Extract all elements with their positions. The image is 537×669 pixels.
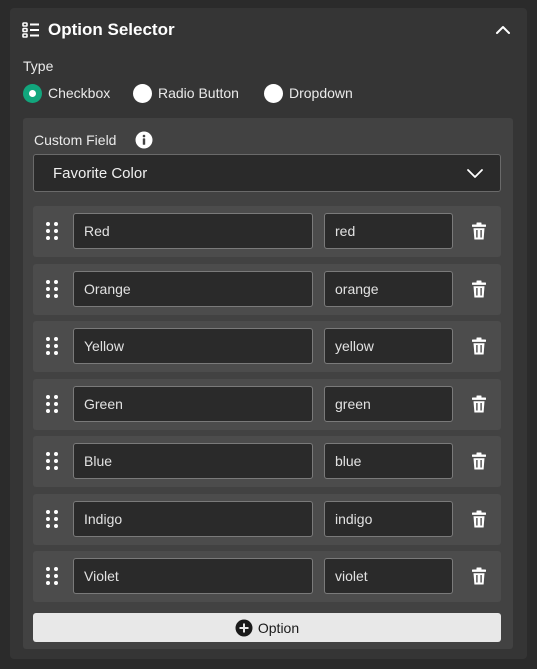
option-row bbox=[33, 551, 501, 602]
option-value-input[interactable] bbox=[324, 328, 453, 364]
drag-handle-icon[interactable] bbox=[45, 221, 59, 241]
type-radio-dropdown[interactable]: Dropdown bbox=[264, 82, 353, 104]
custom-field-label: Custom Field bbox=[34, 132, 117, 148]
radio-label: Radio Button bbox=[158, 85, 239, 101]
option-label-input[interactable] bbox=[73, 213, 313, 249]
trash-icon[interactable] bbox=[469, 451, 489, 471]
option-value-input[interactable] bbox=[324, 271, 453, 307]
option-row bbox=[33, 379, 501, 430]
option-label-input[interactable] bbox=[73, 386, 313, 422]
type-radio-checkbox[interactable]: Checkbox bbox=[23, 82, 110, 104]
panel-header: Option Selector bbox=[10, 8, 527, 52]
drag-handle-icon[interactable] bbox=[45, 451, 59, 471]
plus-circle-icon bbox=[235, 619, 253, 636]
option-value-input[interactable] bbox=[324, 386, 453, 422]
drag-handle-icon[interactable] bbox=[45, 336, 59, 356]
option-label-input[interactable] bbox=[73, 271, 313, 307]
trash-icon[interactable] bbox=[469, 279, 489, 299]
option-row bbox=[33, 264, 501, 315]
trash-icon[interactable] bbox=[469, 221, 489, 241]
option-label-input[interactable] bbox=[73, 558, 313, 594]
custom-field-selected: Favorite Color bbox=[53, 165, 148, 182]
option-value-input[interactable] bbox=[324, 213, 453, 249]
add-option-button[interactable]: Option bbox=[33, 613, 501, 642]
custom-field-section: Custom Field Favorite Color Red red Oran… bbox=[23, 118, 513, 649]
drag-handle-icon[interactable] bbox=[45, 566, 59, 586]
list-icon bbox=[22, 22, 39, 38]
option-row bbox=[33, 206, 501, 257]
radio-unchecked-icon[interactable] bbox=[133, 83, 152, 103]
option-row bbox=[33, 321, 501, 372]
trash-icon[interactable] bbox=[469, 336, 489, 356]
option-value-input[interactable] bbox=[324, 443, 453, 479]
option-label-input[interactable] bbox=[73, 501, 313, 537]
trash-icon[interactable] bbox=[469, 509, 489, 529]
radio-checked-icon[interactable] bbox=[23, 83, 42, 103]
drag-handle-icon[interactable] bbox=[45, 394, 59, 414]
drag-handle-icon[interactable] bbox=[45, 509, 59, 529]
panel-title: Option Selector bbox=[48, 20, 175, 39]
chevron-up-icon[interactable] bbox=[494, 21, 512, 39]
radio-label: Checkbox bbox=[48, 85, 111, 101]
radio-unchecked-icon[interactable] bbox=[264, 83, 283, 103]
type-label: Type bbox=[23, 58, 54, 74]
type-radio-radio-button[interactable]: Radio Button bbox=[133, 82, 239, 104]
radio-label: Dropdown bbox=[289, 85, 353, 101]
trash-icon[interactable] bbox=[469, 394, 489, 414]
add-option-label: Option bbox=[257, 619, 300, 636]
drag-handle-icon[interactable] bbox=[45, 279, 59, 299]
option-row bbox=[33, 436, 501, 487]
option-value-input[interactable] bbox=[324, 558, 453, 594]
custom-field-select[interactable]: Favorite Color bbox=[33, 154, 501, 192]
option-row bbox=[33, 494, 501, 545]
option-label-input[interactable] bbox=[73, 443, 313, 479]
info-icon[interactable] bbox=[135, 131, 153, 149]
chevron-down-icon bbox=[467, 169, 483, 178]
option-value-input[interactable] bbox=[324, 501, 453, 537]
option-selector-panel: Option Selector Type Checkbox Radio Butt… bbox=[10, 8, 527, 659]
trash-icon[interactable] bbox=[469, 566, 489, 586]
option-label-input[interactable] bbox=[73, 328, 313, 364]
